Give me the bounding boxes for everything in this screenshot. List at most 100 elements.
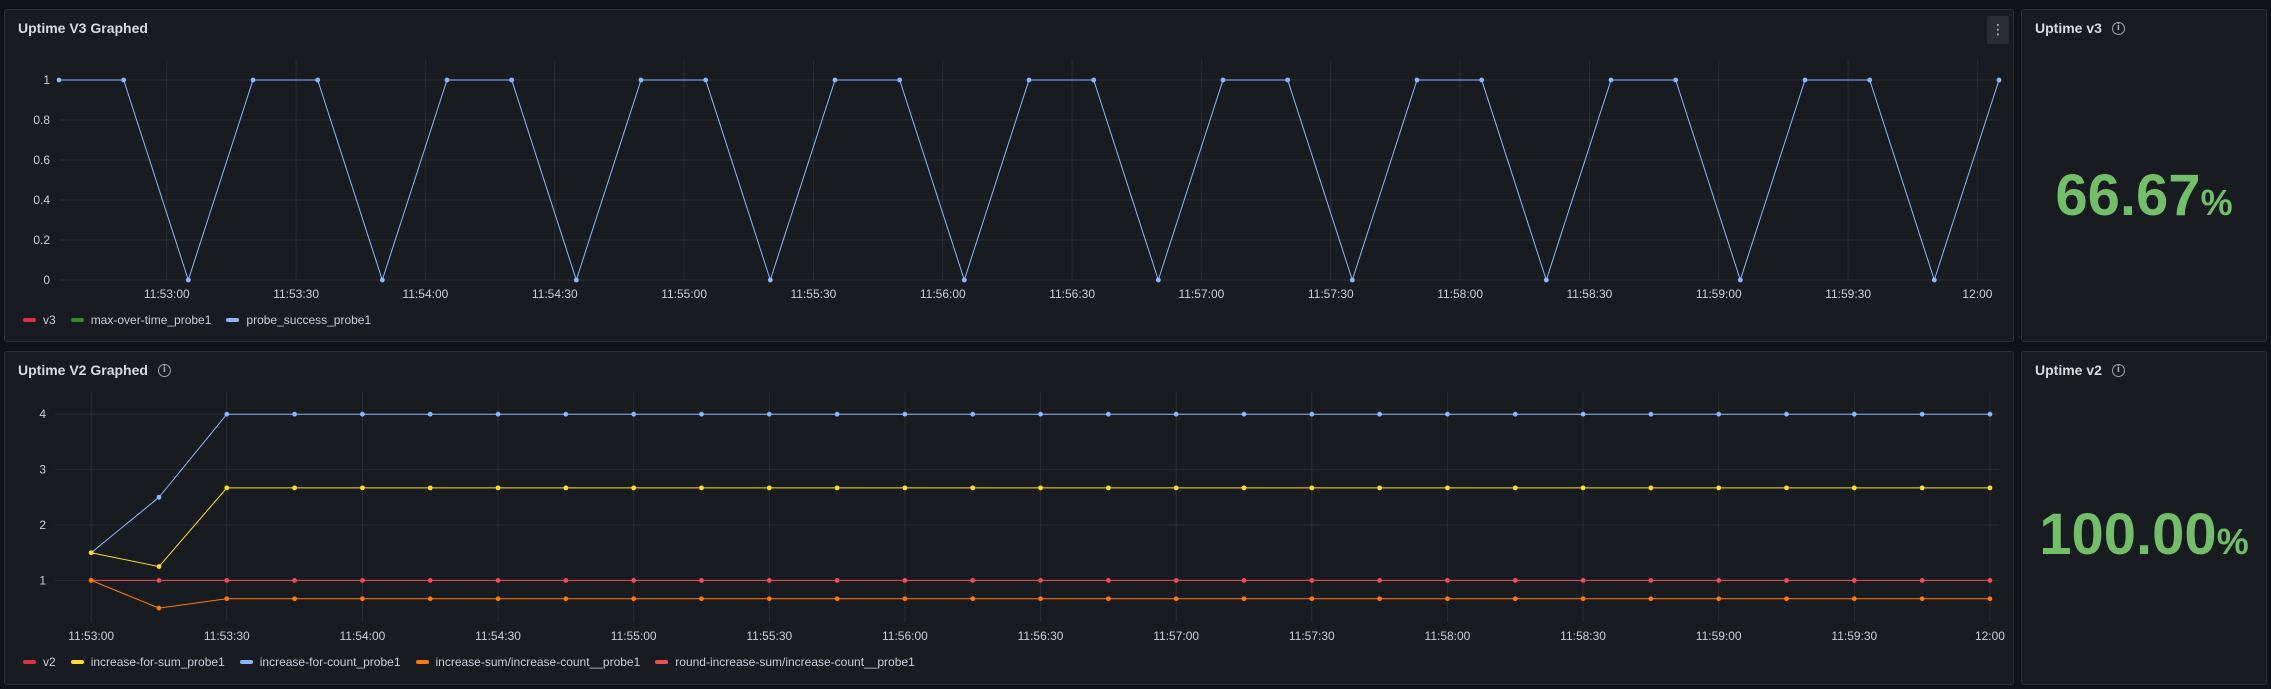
uptime-v3-graph-panel: 0 0.2 0.4 0.6 0.8 1 11:53:00 11:53:30 11:54:00 11… — [4, 9, 2014, 342]
data-point — [1220, 77, 1226, 83]
chart-legend: v3 max-over-time_probe1 probe_success_prob… — [23, 313, 371, 327]
data-point — [699, 411, 704, 417]
x-tick-label: 11:58:30 — [1567, 287, 1613, 301]
info-icon[interactable]: i — [2111, 363, 2125, 377]
data-point — [1173, 411, 1179, 417]
data-point — [631, 485, 637, 491]
data-point — [1580, 411, 1586, 417]
legend-item[interactable]: round-increase-sum/increase-count__probe… — [655, 655, 915, 669]
data-point — [1309, 596, 1315, 602]
data-point — [292, 411, 298, 417]
x-tick-label: 11:58:30 — [1560, 629, 1606, 643]
data-point — [902, 411, 908, 417]
data-point — [1445, 578, 1450, 583]
x-tick-label: 11:56:00 — [920, 287, 966, 301]
legend-item[interactable]: v2 — [23, 655, 56, 669]
legend-swatch — [70, 318, 84, 322]
data-point — [1716, 411, 1722, 417]
panel-title[interactable]: Uptime v3 i — [2035, 20, 2125, 36]
data-point — [1038, 485, 1043, 491]
x-tick-label: 11:53:00 — [68, 629, 114, 643]
stat-unit: % — [2200, 182, 2233, 223]
legend-swatch — [655, 660, 669, 664]
stat-number: 66.67 — [2055, 163, 2201, 228]
data-point — [1377, 578, 1383, 583]
data-point — [1445, 485, 1450, 491]
x-tick-label: 11:57:30 — [1289, 629, 1335, 643]
x-tick-label: 12:00 — [1962, 287, 1992, 301]
legend-item[interactable]: max-over-time_probe1 — [70, 313, 211, 327]
uptime-v2-chart[interactable]: 1 2 3 4 11:53:00 11:53:30 11:54:00 11:54:30 11:5… — [5, 352, 2013, 684]
data-point — [1038, 411, 1043, 417]
data-point — [495, 596, 501, 602]
data-point — [638, 77, 644, 83]
panel-title-text: Uptime v2 — [2035, 362, 2102, 378]
legend-label: v2 — [43, 655, 56, 669]
data-point — [185, 277, 191, 283]
data-point — [379, 277, 385, 283]
data-point — [834, 411, 840, 417]
data-point — [1377, 485, 1383, 491]
data-point — [1784, 596, 1789, 602]
data-point — [292, 596, 298, 602]
data-point — [1309, 485, 1315, 491]
data-point — [832, 77, 838, 83]
legend-item[interactable]: increase-for-count_probe1 — [239, 655, 401, 669]
data-point — [1105, 411, 1111, 417]
x-tick-label: 11:56:30 — [1018, 629, 1064, 643]
data-point — [1919, 485, 1925, 491]
info-icon[interactable]: i — [157, 363, 171, 377]
x-tick-label: 11:57:00 — [1153, 629, 1199, 643]
y-tick-label: 0 — [43, 273, 50, 287]
data-point — [1851, 596, 1857, 602]
uptime-v3-chart[interactable]: 0 0.2 0.4 0.6 0.8 1 11:53:00 11:53:30 11:54:00 11… — [5, 10, 2013, 341]
legend-swatch — [226, 318, 240, 322]
data-point — [88, 578, 94, 583]
data-point — [360, 596, 365, 602]
data-point — [834, 485, 840, 491]
panel-title[interactable]: Uptime V2 Graphed i — [18, 362, 171, 378]
data-point — [1716, 485, 1722, 491]
data-point — [897, 77, 903, 83]
data-point — [563, 485, 569, 491]
panel-title-text: Uptime V2 Graphed — [18, 362, 148, 378]
y-tick-label: 1 — [39, 573, 46, 587]
x-tick-label: 11:53:00 — [144, 287, 190, 301]
data-point — [156, 605, 162, 611]
x-tick-label: 11:57:30 — [1308, 287, 1354, 301]
y-tick-label: 1 — [43, 73, 50, 87]
x-tick-label: 11:53:30 — [204, 629, 250, 643]
legend-item[interactable]: increase-sum/increase-count__probe1 — [415, 655, 640, 669]
data-point — [1673, 77, 1679, 83]
data-point — [563, 578, 569, 583]
data-point — [427, 578, 433, 583]
data-point — [1173, 485, 1179, 491]
data-point — [1996, 77, 2002, 83]
panel-title[interactable]: Uptime V3 Graphed — [18, 20, 148, 36]
kebab-menu-icon[interactable]: ⋮ — [1987, 16, 2009, 44]
x-tick-label: 12:00 — [1975, 629, 2005, 643]
uptime-v3-stat-panel: Uptime v3 i 66.67% — [2021, 9, 2267, 342]
data-point — [1173, 578, 1179, 583]
data-point — [1931, 277, 1937, 283]
data-point — [563, 596, 569, 602]
legend-label: increase-for-sum_probe1 — [90, 655, 225, 669]
panel-title-text: Uptime v3 — [2035, 20, 2102, 36]
panel-title[interactable]: Uptime v2 i — [2035, 362, 2125, 378]
info-icon[interactable]: i — [2111, 21, 2125, 35]
data-point — [495, 485, 501, 491]
y-tick-label: 2 — [39, 518, 46, 532]
legend-swatch — [23, 660, 36, 664]
x-tick-label: 11:55:00 — [611, 629, 657, 643]
data-point — [1105, 596, 1111, 602]
legend-swatch — [23, 318, 36, 322]
data-point — [427, 485, 433, 491]
legend-item[interactable]: probe_success_probe1 — [226, 313, 371, 327]
data-point — [1512, 411, 1518, 417]
data-point — [970, 596, 976, 602]
data-point — [1414, 77, 1420, 83]
legend-item[interactable]: increase-for-sum_probe1 — [70, 655, 225, 669]
data-point — [970, 411, 976, 417]
data-point — [427, 411, 433, 417]
legend-item[interactable]: v3 — [23, 313, 56, 327]
